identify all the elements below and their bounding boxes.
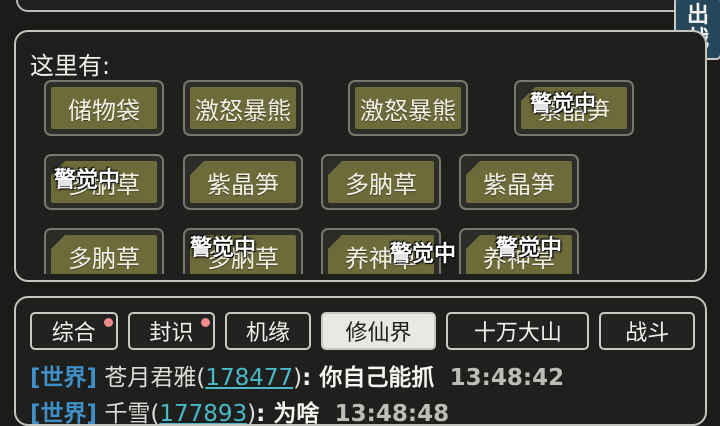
chat-sender-id-link[interactable]: 178477 — [205, 365, 293, 391]
top-panel — [16, 0, 704, 12]
item-label: 紫晶笋 — [466, 161, 572, 203]
item-button[interactable]: 养神草 — [459, 228, 579, 274]
chat-timestamp: 13:48:48 — [334, 401, 450, 426]
battle-tab-label-1: 出 — [686, 3, 709, 28]
tab-label: 修仙界 — [345, 321, 412, 346]
item-label: 紫晶笋 — [521, 87, 627, 129]
item-corner-tag — [190, 161, 204, 175]
item-button[interactable]: 多肭草 — [183, 228, 303, 274]
tab-label: 十万大山 — [473, 321, 562, 346]
item-button[interactable]: 紫晶笋 — [183, 154, 303, 210]
item-label: 激怒暴熊 — [190, 87, 296, 129]
item-button[interactable]: 多肭草 — [44, 154, 164, 210]
item-corner-tag — [51, 161, 65, 175]
location-panel: 这里有: 储物袋 激怒暴熊 激怒暴熊 紫晶笋 多肭草 紫晶笋 多肭草 紫晶笋 多… — [14, 30, 707, 282]
item-button[interactable]: 储物袋 — [44, 80, 164, 136]
item-label: 多肭草 — [190, 235, 296, 274]
chat-panel: 综合 封识 机缘 修仙界 十万大山 战斗 [世界] 苍月君雅(178477): … — [14, 296, 707, 426]
item-corner-tag — [328, 161, 342, 175]
item-label: 紫晶笋 — [190, 161, 296, 203]
item-label: 养神草 — [466, 235, 572, 274]
chat-message-text: 你自己能抓 — [319, 365, 435, 391]
tab-battle[interactable]: 战斗 — [599, 312, 695, 350]
chat-sender-name[interactable]: 千雪 — [104, 401, 150, 424]
chat-message: [世界] 苍月君雅(178477): 你自己能抓 13:48:42 — [30, 365, 565, 391]
item-label: 多肭草 — [51, 161, 157, 203]
tab-label: 封识 — [149, 321, 194, 346]
item-label: 养神草 — [328, 235, 434, 274]
chat-tabs: 综合 封识 机缘 修仙界 十万大山 战斗 — [30, 312, 695, 350]
item-corner-tag — [328, 235, 342, 249]
item-button[interactable]: 多肭草 — [321, 154, 441, 210]
tab-shiwandashan[interactable]: 十万大山 — [446, 312, 590, 350]
unread-dot-icon — [201, 318, 211, 327]
unread-dot-icon — [103, 318, 113, 327]
item-corner-tag — [466, 235, 480, 249]
item-button[interactable]: 养神草 — [321, 228, 441, 274]
item-grid: 储物袋 激怒暴熊 激怒暴熊 紫晶笋 多肭草 紫晶笋 多肭草 紫晶笋 多肭草 多肭… — [40, 78, 680, 274]
item-button[interactable]: 激怒暴熊 — [183, 80, 303, 136]
item-button[interactable]: 激怒暴熊 — [348, 80, 468, 136]
item-corner-tag — [521, 87, 535, 101]
item-label: 多肭草 — [51, 235, 157, 274]
tab-label: 机缘 — [245, 321, 290, 346]
item-button[interactable]: 紫晶笋 — [514, 80, 634, 136]
chat-timestamp: 13:48:42 — [449, 365, 565, 391]
item-label: 多肭草 — [328, 161, 434, 203]
item-button[interactable]: 多肭草 — [44, 228, 164, 274]
tab-label: 战斗 — [625, 321, 670, 346]
item-corner-tag — [190, 235, 204, 249]
tab-general[interactable]: 综合 — [30, 312, 118, 350]
tab-jiyuan[interactable]: 机缘 — [225, 312, 311, 350]
tab-xiuxianjie[interactable]: 修仙界 — [320, 312, 437, 350]
location-title: 这里有: — [30, 52, 111, 80]
chat-channel[interactable]: [世界] — [30, 401, 97, 424]
chat-message: [世界] 千雪(177893): 为啥 13:48:48 — [30, 401, 450, 426]
item-label: 激怒暴熊 — [355, 87, 461, 129]
chat-sender-name[interactable]: 苍月君雅 — [104, 365, 196, 391]
item-corner-tag — [466, 161, 480, 175]
item-corner-tag — [51, 235, 65, 249]
chat-message-text: 为啥 — [273, 401, 320, 426]
chat-channel[interactable]: [世界] — [30, 365, 97, 391]
item-button[interactable]: 紫晶笋 — [459, 154, 579, 210]
item-label: 储物袋 — [51, 87, 157, 129]
tab-fengshi[interactable]: 封识 — [127, 312, 216, 350]
tab-label: 综合 — [51, 321, 96, 346]
chat-sender-id-link[interactable]: 177893 — [159, 401, 247, 424]
